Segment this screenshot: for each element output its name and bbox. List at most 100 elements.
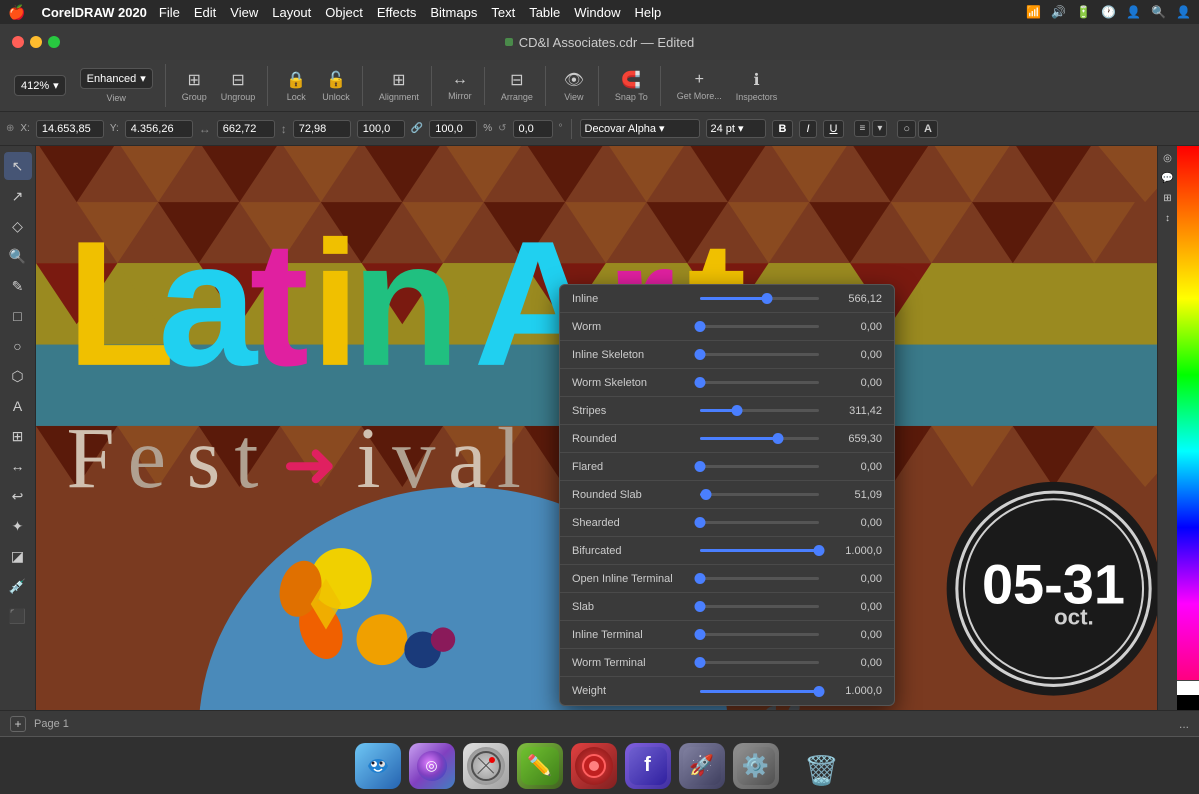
effect-tool[interactable]: ✦ [4,512,32,540]
fv-slider-thumb-9[interactable] [814,545,825,556]
scale-w-input[interactable] [357,120,405,138]
menu-file[interactable]: File [159,5,180,20]
fv-slider-track-9[interactable] [700,549,819,552]
fv-slider-track-10[interactable] [700,577,819,580]
menu-object[interactable]: Object [325,5,363,20]
arrange-button[interactable]: ⊟ Arrange [495,66,539,106]
menu-window[interactable]: Window [574,5,620,20]
fv-slider-track-3[interactable] [700,381,819,384]
page-options-button[interactable]: ... [1179,717,1189,731]
zoom-tool[interactable]: 🔍 [4,242,32,270]
fv-slider-thumb-14[interactable] [814,686,825,697]
close-button[interactable] [12,36,24,48]
view-modes-btn[interactable]: Enhanced ▾ View [74,64,159,107]
font-name-dropdown[interactable]: Decovar Alpha ▾ [580,119,700,138]
fontbase-dock-item[interactable]: f [625,743,671,789]
text-frame-button[interactable]: ○ [897,120,916,138]
dimension-tool[interactable]: ↔ [4,452,32,480]
text-tool[interactable]: A [4,392,32,420]
right-tool-4[interactable]: ↕ [1160,210,1176,226]
minimize-button[interactable] [30,36,42,48]
polygon-tool[interactable]: ⬡ [4,362,32,390]
rocket-dock-item[interactable]: 🚀 [679,743,725,789]
ellipse-tool[interactable]: ○ [4,332,32,360]
rainbow-strip[interactable] [1177,146,1199,680]
bold-button[interactable]: B [772,120,794,138]
rdm-dock-item[interactable] [571,743,617,789]
interactive-fill-tool[interactable]: ⬛ [4,602,32,630]
fill-tool[interactable]: ◪ [4,542,32,570]
height-input[interactable] [293,120,351,138]
ungroup-button[interactable]: ⊟ Ungroup [215,66,262,106]
fv-slider-track-0[interactable] [700,297,819,300]
fv-slider-track-5[interactable] [700,437,819,440]
fv-slider-thumb-0[interactable] [762,293,773,304]
unlock-button[interactable]: 🔓 Unlock [316,66,356,106]
menu-view[interactable]: View [230,5,258,20]
view-button[interactable]: 👁 View [556,66,592,106]
white-swatch[interactable] [1177,680,1199,695]
fv-slider-thumb-2[interactable] [695,349,706,360]
maximize-button[interactable] [48,36,60,48]
freehand-tool[interactable]: ✎ [4,272,32,300]
fv-slider-thumb-12[interactable] [695,629,706,640]
get-more-button[interactable]: + Get More... [671,67,728,105]
apple-menu[interactable]: 🍎 [8,4,25,21]
zoom-dropdown[interactable]: 412% ▾ [14,75,66,96]
pick-tool[interactable]: ↗ [4,182,32,210]
y-input[interactable] [125,120,193,138]
rect-tool[interactable]: □ [4,302,32,330]
menu-help[interactable]: Help [635,5,662,20]
view-mode-dropdown[interactable]: Enhanced ▾ [80,68,153,89]
fv-slider-track-13[interactable] [700,661,819,664]
text-char-button[interactable]: A [918,120,938,138]
inspectors-button[interactable]: ℹ Inspectors [730,66,784,106]
fv-slider-track-2[interactable] [700,353,819,356]
fv-slider-track-4[interactable] [700,409,819,412]
eyedropper-tool[interactable]: 💉 [4,572,32,600]
fv-slider-track-8[interactable] [700,521,819,524]
width-input[interactable] [217,120,275,138]
table-tool[interactable]: ⊞ [4,422,32,450]
select-tool[interactable]: ↖ [4,152,32,180]
fv-slider-track-14[interactable] [700,690,819,693]
fv-slider-thumb-5[interactable] [773,433,784,444]
align-center-button[interactable]: ▾ [872,120,887,137]
font-size-dropdown[interactable]: 24 pt ▾ [706,119,766,138]
snap-to-button[interactable]: 🧲 Snap To [609,66,654,106]
canvas-area[interactable]: L a t i n A r t F e s t ➜ [36,146,1199,710]
fv-slider-track-1[interactable] [700,325,819,328]
fv-slider-track-12[interactable] [700,633,819,636]
align-left-button[interactable]: ≡ [854,120,870,137]
menu-layout[interactable]: Layout [272,5,311,20]
fv-slider-thumb-10[interactable] [695,573,706,584]
lock-button[interactable]: 🔒 Lock [278,66,314,106]
mirror-button[interactable]: ↔ Mirror [442,67,478,105]
menu-table[interactable]: Table [529,5,560,20]
menu-bitmaps[interactable]: Bitmaps [430,5,477,20]
scale-h-input[interactable] [429,120,477,138]
alignment-button[interactable]: ⊞ Alignment [373,66,425,106]
connector-tool[interactable]: ↩ [4,482,32,510]
angle-input[interactable] [513,120,553,138]
right-tool-3[interactable]: ⊞ [1160,190,1176,206]
add-page-button[interactable]: + [10,716,26,732]
fv-slider-thumb-1[interactable] [695,321,706,332]
group-button[interactable]: ⊞ Group [176,66,213,106]
underline-button[interactable]: U [823,120,845,138]
right-tool-1[interactable]: ◎ [1160,150,1176,166]
node-tool[interactable]: ◇ [4,212,32,240]
fv-slider-track-11[interactable] [700,605,819,608]
black-swatch[interactable] [1177,695,1199,710]
menu-effects[interactable]: Effects [377,5,417,20]
menu-edit[interactable]: Edit [194,5,216,20]
fv-slider-thumb-4[interactable] [732,405,743,416]
right-tool-2[interactable]: 💬 [1160,170,1176,186]
x-input[interactable] [36,120,104,138]
safari-dock-item[interactable] [463,743,509,789]
fv-slider-thumb-8[interactable] [695,517,706,528]
finder-dock-item[interactable] [355,743,401,789]
siri-dock-item[interactable]: ◎ [409,743,455,789]
fv-slider-track-6[interactable] [700,465,819,468]
sketchup-dock-item[interactable]: ✏️ [517,743,563,789]
